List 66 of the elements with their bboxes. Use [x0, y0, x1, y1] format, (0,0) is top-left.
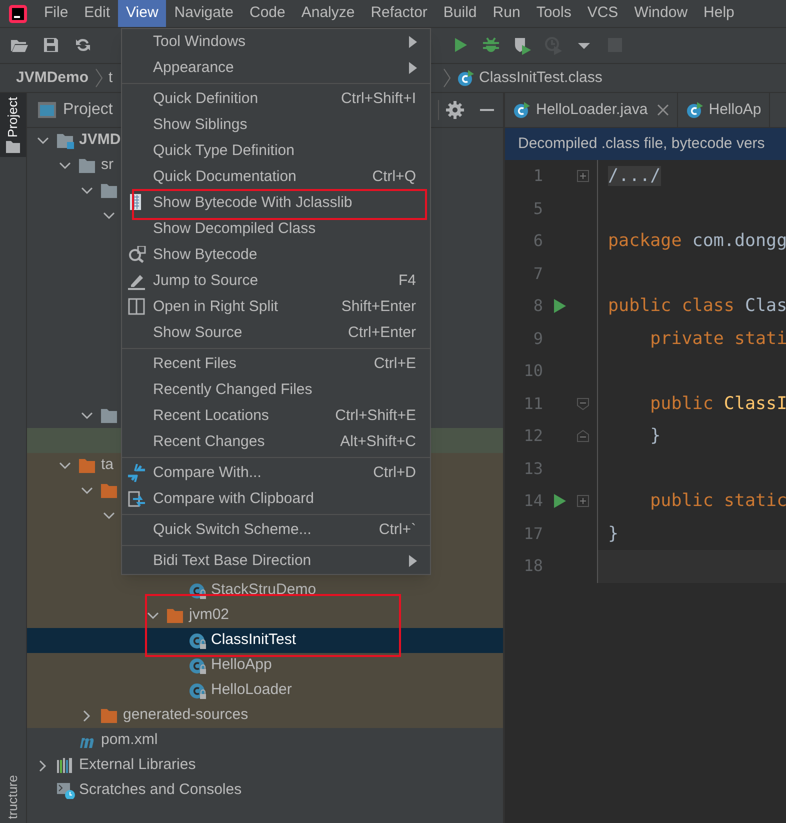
code-line: public class Clas [608, 295, 786, 318]
line-number: 6 [532, 230, 543, 252]
tree-label: External Libraries [79, 755, 196, 776]
line-number: 13 [522, 458, 543, 480]
menu-item-label: Recent Changes [153, 432, 266, 452]
tree-label: pom.xml [101, 730, 158, 750]
line-number: 17 [522, 522, 543, 545]
tree-label: generated-sources [123, 705, 248, 726]
line-number: 1 [532, 165, 543, 188]
code-line: } [649, 425, 661, 448]
line-number: 8 [532, 295, 543, 318]
tree-label: Scratches and Consoles [79, 780, 242, 800]
tree-label: ta [101, 455, 114, 476]
code-line: public ClassI [649, 392, 786, 416]
tree-label: jvm02 [189, 605, 230, 626]
shortcut-label: Ctrl+` [378, 520, 416, 540]
code-line: public static [649, 490, 786, 514]
line-number: 5 [532, 198, 543, 220]
line-number: 7 [532, 262, 543, 285]
tree-label: ClassInitTest [211, 630, 296, 650]
line-number: 11 [522, 392, 543, 415]
menu-item-label: Show Bytecode With Jclasslib [153, 192, 354, 213]
shortcut-label: Ctrl+Shift+I [340, 88, 416, 109]
info-banner: Decompiled .class file, bytecode vers [505, 128, 786, 160]
menu-item-label: Compare with Clipboard [153, 488, 315, 509]
shortcut-label: Ctrl+E [374, 354, 416, 374]
shortcut-label: Shift+Enter [341, 296, 416, 317]
code-line: private stati [649, 328, 786, 351]
shortcut-label: Ctrl+Enter [348, 322, 416, 343]
menu-item-label: Bidi Text Base Direction [153, 550, 312, 571]
tab-label: HelloAp [708, 100, 762, 120]
menu-item-label: Show Siblings [153, 114, 248, 135]
line-number: 12 [522, 425, 543, 448]
line-number: 9 [532, 328, 543, 350]
tree-label: HelloApp [211, 655, 272, 676]
menu-item-label: Quick Documentation [153, 166, 298, 187]
panel-title: Project [63, 100, 113, 120]
menu-item-label: Recent Locations [153, 406, 270, 426]
shortcut-label: Ctrl+D [373, 462, 416, 483]
menu-item-label: Compare With... [153, 462, 262, 483]
menu-item-label: Show Bytecode [153, 244, 258, 265]
line-number: 18 [522, 555, 543, 578]
code-line: package com.dongg [608, 230, 786, 254]
menu-item-label: Show Decompiled Class [153, 218, 317, 239]
shortcut-label: Ctrl+Q [372, 166, 416, 187]
shortcut-label: Ctrl+Shift+E [335, 406, 416, 426]
tree-label: JVMD [79, 130, 121, 150]
menu-item-label: Tool Windows [153, 32, 247, 52]
menu-item-label: Appearance [153, 58, 235, 78]
menu-item-label: Open in Right Split [153, 296, 280, 317]
code-line: } [608, 522, 619, 546]
menu-item-label: Show Source [153, 322, 244, 343]
menu-item-label: Quick Switch Scheme... [153, 520, 312, 540]
menu-item-label: Jump to Source [153, 270, 260, 291]
menu-item-label: Recent Files [153, 354, 238, 374]
tab-label: HelloLoader.java [536, 100, 648, 120]
menu-item-label: Recently Changed Files [153, 380, 314, 400]
tree-label: HelloLoader [211, 680, 292, 700]
menu-item-label: Quick Type Definition [153, 140, 296, 161]
tree-label: sr [101, 155, 114, 176]
menu-item-label: Quick Definition [153, 88, 260, 109]
line-number: 10 [522, 360, 543, 382]
tree-label: StackStruDemo [211, 580, 316, 600]
shortcut-label: Alt+Shift+C [340, 432, 416, 452]
shortcut-label: F4 [398, 270, 416, 291]
line-number: 14 [522, 490, 543, 512]
